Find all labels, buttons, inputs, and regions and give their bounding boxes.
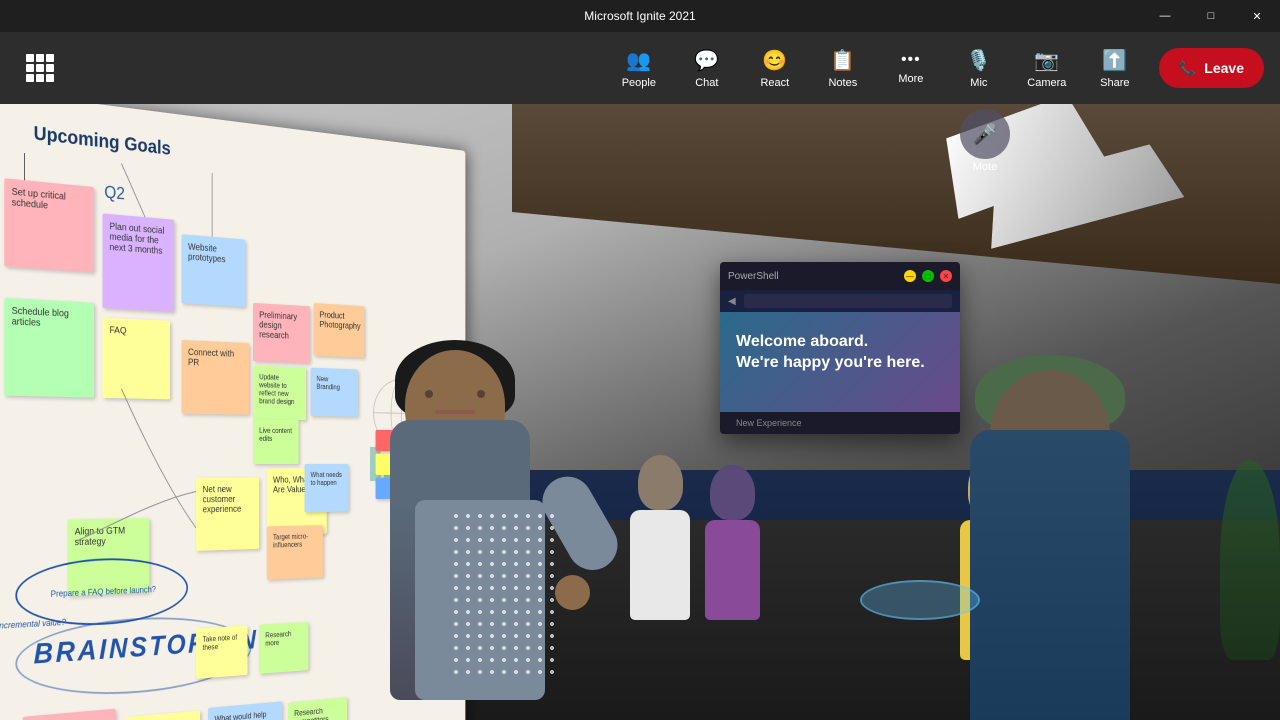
bg-avatar-2 <box>705 465 760 620</box>
sticky-note-schedule-blog: Schedule blog articles <box>4 298 94 398</box>
avatar-glow <box>860 580 980 620</box>
maximize-button[interactable]: □ <box>1188 0 1234 32</box>
mic-icon: 🎙️ <box>966 48 991 73</box>
whiteboard-q2: Q2 <box>104 182 125 204</box>
welcome-dialog: PowerShell — □ ✕ ◀ Welcome aboard. We're… <box>720 262 960 434</box>
dialog-content: Welcome aboard. We're happy you're here. <box>720 312 960 412</box>
presenter-avatar <box>370 340 570 700</box>
sticky-note: Live content edits <box>253 419 299 464</box>
whiteboard-title: Upcoming Goals <box>34 115 171 161</box>
background-avatars <box>630 455 760 620</box>
mote-area: 🎤 Mote <box>960 109 1010 173</box>
sticky-note: Research more <box>259 622 308 674</box>
fg-avatar-body <box>970 430 1130 720</box>
sticky-note-customer: Net new customer experience <box>196 477 259 550</box>
sticky-note-faq: FAQ <box>103 317 170 399</box>
dialog-maximize-button[interactable]: □ <box>922 270 934 282</box>
bg-avatar-1 <box>630 455 690 620</box>
minimize-button[interactable]: — <box>1142 0 1188 32</box>
more-button[interactable]: ••• More <box>879 36 943 100</box>
chat-button[interactable]: 💬 Chat <box>675 36 739 100</box>
phone-icon: 📞 <box>1179 60 1196 77</box>
sticky-note-connect-pr: Connect with PR <box>181 340 249 415</box>
sticky-note: Set up critical schedule <box>4 178 94 272</box>
mote-label: Mote <box>973 161 997 173</box>
sticky-note: Website prototypes <box>181 234 245 307</box>
foreground-avatar <box>960 350 1160 720</box>
sticky-note: What would help our team <box>208 701 282 720</box>
dialog-footer: New Experience <box>720 412 960 434</box>
close-button[interactable]: ✕ <box>1234 0 1280 32</box>
people-label: People <box>622 77 656 89</box>
window-title: Microsoft Ignite 2021 <box>584 9 695 23</box>
leave-button[interactable]: 📞 Leave <box>1159 48 1264 88</box>
sticky-note: Target micro-influencers <box>267 525 323 580</box>
mote-button[interactable]: 🎤 <box>960 109 1010 159</box>
dialog-controls: — □ ✕ <box>904 270 952 282</box>
avatar-hand-right <box>555 575 590 610</box>
notes-label: Notes <box>828 77 857 89</box>
sticky-note: What needs to happen <box>305 464 349 512</box>
sticky-note: Update website to reflect new brand desi… <box>253 366 306 421</box>
share-label: Share <box>1100 77 1129 89</box>
incremental-value-text: Incremental value? <box>0 617 66 631</box>
camera-button[interactable]: 📷 Camera <box>1015 36 1079 100</box>
notes-icon: 📋 <box>830 48 855 73</box>
sticky-note: Plan out social media for the next 3 mon… <box>103 213 175 312</box>
share-button[interactable]: ⬆️ Share <box>1083 36 1147 100</box>
plant-decoration <box>1220 460 1280 660</box>
react-label: React <box>760 77 789 89</box>
title-bar: Microsoft Ignite 2021 — □ ✕ <box>0 0 1280 32</box>
camera-icon: 📷 <box>1034 48 1059 73</box>
sticky-note-international: What are our international shipping capa… <box>23 709 116 720</box>
dialog-nav: ◀ <box>720 290 960 312</box>
sticky-note: Preliminary design research <box>253 303 310 363</box>
leave-label: Leave <box>1204 60 1244 76</box>
dialog-welcome-text: Welcome aboard. We're happy you're here. <box>736 332 944 374</box>
dialog-title: PowerShell <box>728 271 779 282</box>
notes-button[interactable]: 📋 Notes <box>811 36 875 100</box>
dialog-close-button[interactable]: ✕ <box>940 270 952 282</box>
sticky-note: Research competitors <box>288 697 347 720</box>
window-controls: — □ ✕ <box>1142 0 1280 32</box>
share-icon: ⬆️ <box>1102 48 1127 73</box>
react-button[interactable]: 😊 React <box>743 36 807 100</box>
grid-icon <box>26 54 54 82</box>
sticky-note: Take note of these <box>196 625 247 678</box>
camera-label: Camera <box>1027 77 1066 89</box>
sticky-note: New Branding <box>311 368 358 417</box>
toolbar: 👥 People 💬 Chat 😊 React 📋 Notes ••• More… <box>0 32 1280 104</box>
app-grid-button[interactable] <box>16 44 64 92</box>
people-icon: 👥 <box>626 48 651 73</box>
dialog-titlebar: PowerShell — □ ✕ <box>720 262 960 290</box>
avatar-shirt-dots <box>450 510 560 680</box>
people-button[interactable]: 👥 People <box>607 36 671 100</box>
chat-icon: 💬 <box>694 48 719 73</box>
more-icon: ••• <box>901 51 921 69</box>
sticky-note: Product Photography <box>314 303 365 358</box>
mic-button[interactable]: 🎙️ Mic <box>947 36 1011 100</box>
mic-label: Mic <box>970 77 987 89</box>
avatar-shirt <box>415 500 545 700</box>
react-icon: 😊 <box>762 48 787 73</box>
sticky-note: We should home in on this <box>126 710 200 720</box>
chat-label: Chat <box>695 77 718 89</box>
dialog-minimize-button[interactable]: — <box>904 270 916 282</box>
more-label: More <box>898 73 923 85</box>
main-content: Upcoming Goals Q2 Set up critical schedu… <box>0 104 1280 720</box>
toolbar-actions: 👥 People 💬 Chat 😊 React 📋 Notes ••• More… <box>607 36 1264 100</box>
avatar-body <box>390 420 530 700</box>
